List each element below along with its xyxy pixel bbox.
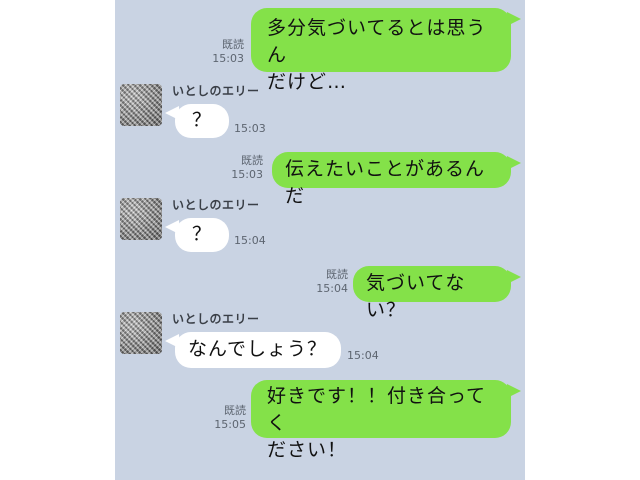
bubble-tail (507, 270, 521, 284)
message-bubble[interactable]: 多分気づいてるとは思うん だけど… (251, 8, 511, 93)
message-time: 15:03 (231, 168, 263, 181)
message-time: 15:04 (234, 234, 266, 247)
message-text-line: 伝えたいことがあるんだ (285, 158, 486, 207)
message-time: 15:03 (234, 122, 266, 135)
message-meta: 既読 15:04 (308, 268, 348, 296)
message-text-line: だけど… (267, 71, 348, 93)
message-bubble[interactable]: ？ (175, 104, 229, 138)
read-receipt: 既読 (224, 404, 246, 417)
message-text-line: ださい！ (267, 439, 348, 461)
chat-area[interactable]: 既読 15:03 多分気づいてるとは思うん だけど… いとしのエリー ？ 15:… (115, 0, 525, 480)
bubble-tail (165, 106, 179, 120)
message-text-line: 気づいてない？ (366, 272, 466, 321)
sender-name: いとしのエリー (172, 198, 260, 212)
bubble-tail (165, 334, 179, 348)
sender-name: いとしのエリー (172, 84, 260, 98)
message-text-line: 好きです！！付き合ってく (267, 385, 487, 434)
message-bubble[interactable]: 気づいてない？ (353, 266, 511, 321)
message-time: 15:04 (316, 282, 348, 295)
message-bubble[interactable]: ？ (175, 218, 229, 252)
read-receipt: 既読 (241, 154, 263, 167)
message-text-line: ？ (191, 223, 212, 245)
bubble-tail (165, 220, 179, 234)
message-text-line: ？ (191, 109, 212, 131)
message-time: 15:05 (214, 418, 246, 431)
read-receipt: 既読 (222, 38, 244, 51)
message-bubble[interactable]: なんでしょう？ (175, 332, 341, 368)
avatar[interactable] (120, 312, 162, 354)
read-receipt: 既読 (326, 268, 348, 281)
message-meta: 既読 15:03 (223, 154, 263, 182)
message-time: 15:03 (212, 52, 244, 65)
bubble-tail (507, 156, 521, 170)
message-text-line: なんでしょう？ (188, 338, 328, 360)
sender-name: いとしのエリー (172, 312, 260, 326)
bubble-tail (507, 384, 521, 398)
message-meta: 既読 15:05 (208, 404, 246, 432)
bubble-tail (507, 12, 521, 26)
avatar[interactable] (120, 198, 162, 240)
message-bubble[interactable]: 伝えたいことがあるんだ (272, 152, 511, 207)
message-bubble[interactable]: 好きです！！付き合ってく ださい！ (251, 380, 511, 461)
message-text-line: 多分気づいてるとは思うん (267, 17, 487, 66)
avatar[interactable] (120, 84, 162, 126)
message-meta: 既読 15:03 (200, 38, 244, 66)
message-time: 15:04 (347, 349, 379, 362)
